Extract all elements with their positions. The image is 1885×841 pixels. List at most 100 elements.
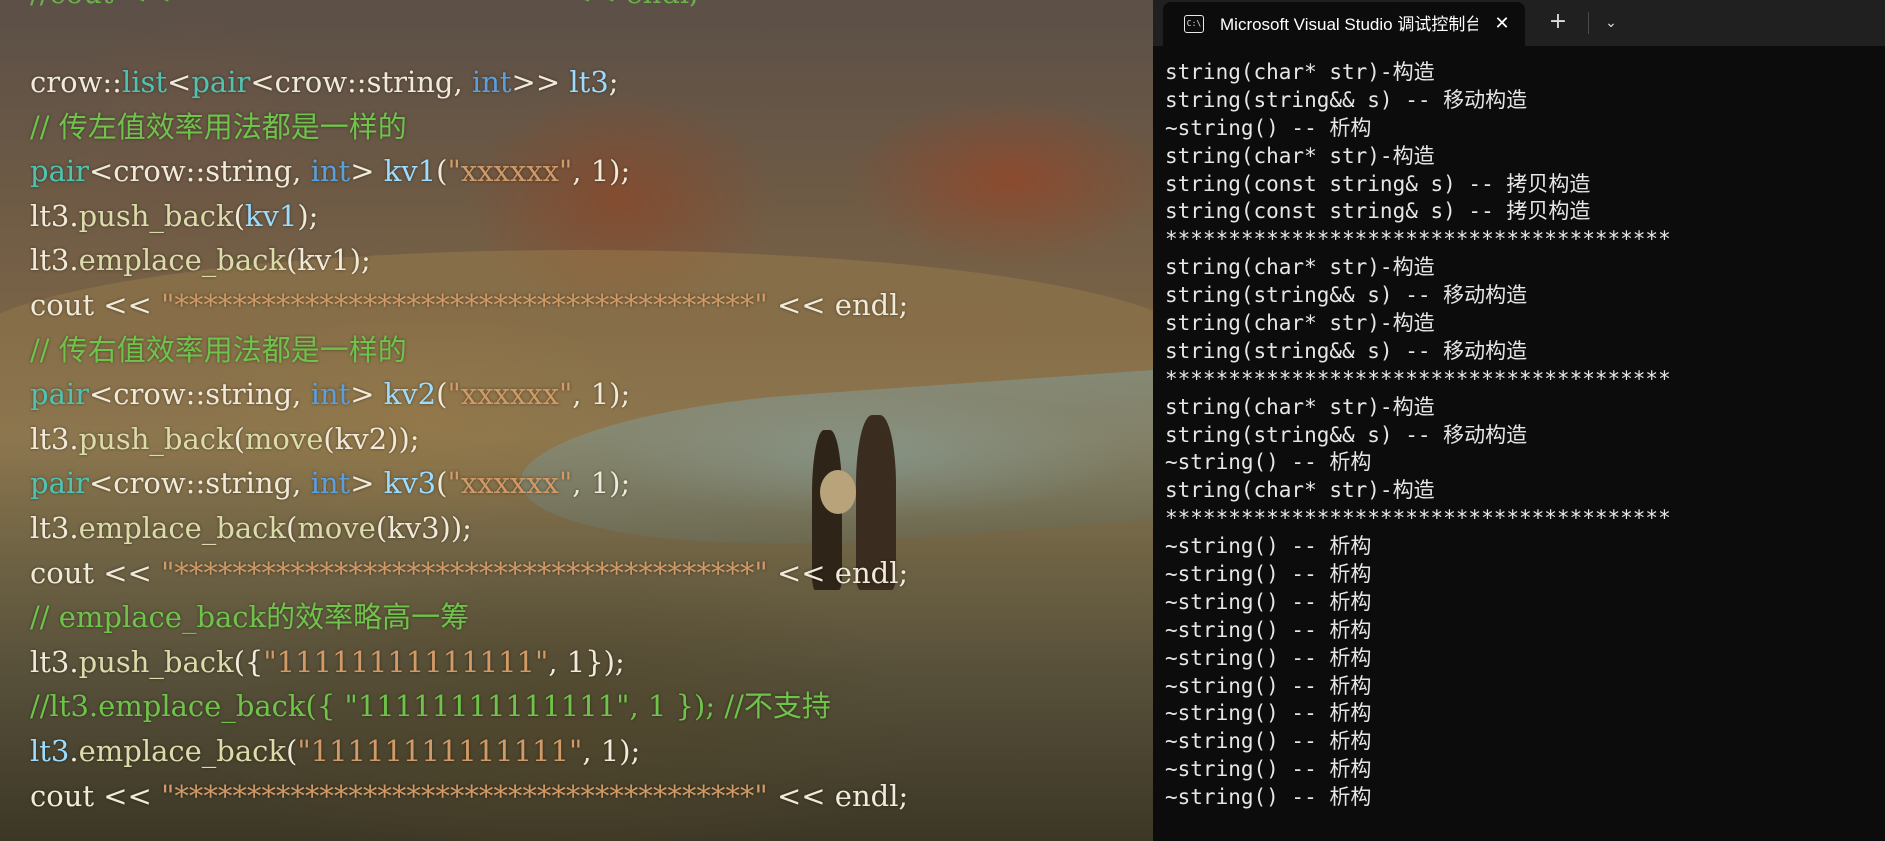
code-token: (kv3)); [375, 510, 472, 545]
code-line-partial: //cout << << endl; [30, 0, 699, 10]
output-line: **************************************** [1165, 227, 1671, 252]
code-token: "***************************************… [161, 555, 768, 590]
code-line[interactable]: lt3.push_back(move(kv2)); [30, 417, 908, 462]
code-editor[interactable]: //cout << << endl; crow::list<pair<crow:… [0, 0, 1153, 841]
code-token: "xxxxxx" [447, 154, 573, 189]
code-token: ( [233, 421, 245, 456]
code-token: int [310, 377, 351, 412]
code-token: crow:: [30, 65, 122, 99]
code-token: << endl; [767, 778, 909, 813]
output-line: ~string() -- 析构 [1165, 589, 1372, 614]
code-token: list [121, 65, 168, 99]
tab-title: Microsoft Visual Studio 调试控制台 [1220, 15, 1478, 34]
code-token: "***************************************… [161, 778, 768, 813]
code-token: ( [285, 733, 298, 768]
output-line: **************************************** [1165, 366, 1671, 391]
code-token: emplace_back [78, 510, 286, 545]
code-token: cout << [30, 287, 162, 322]
code-token: move [297, 510, 376, 545]
code-token: move [244, 421, 324, 456]
code-token: push_back [78, 198, 234, 233]
output-line: string(char* str)-构造 [1165, 143, 1435, 168]
tab-divider [1588, 12, 1589, 34]
output-line: ~string() -- 析构 [1165, 562, 1372, 587]
code-token: // 传左值效率用法都是一样的 [30, 109, 407, 144]
output-line: string(string&& s) -- 移动构造 [1165, 338, 1528, 363]
code-token: (kv1); [285, 243, 371, 278]
code-line[interactable]: // emplace_back的效率略高一筹 [30, 595, 908, 640]
code-token: << endl; [767, 555, 909, 590]
new-tab-button[interactable]: + [1543, 10, 1573, 36]
code-content[interactable]: crow::list<pair<crow::string, int>> lt3;… [30, 60, 908, 818]
code-token: lt3 [569, 65, 609, 99]
code-token: >> [511, 65, 570, 99]
output-line: string(char* str)-构造 [1165, 255, 1435, 280]
output-line: string(string&& s) -- 移动构造 [1165, 283, 1528, 308]
code-token: ( [285, 510, 298, 545]
code-token: lt3. [30, 644, 79, 679]
output-line: ~string() -- 析构 [1165, 617, 1372, 642]
code-token: pair [30, 466, 89, 501]
code-token: lt3. [30, 198, 79, 233]
output-line: string(const string& s) -- 拷贝构造 [1165, 171, 1591, 196]
code-line[interactable]: crow::list<pair<crow::string, int>> lt3; [30, 60, 908, 105]
code-token: pair [191, 65, 251, 99]
code-line[interactable]: lt3.emplace_back("11111111111111", 1); [30, 729, 908, 774]
code-line[interactable]: pair<crow::string, int> kv1("xxxxxx", 1)… [30, 149, 908, 194]
code-token: (kv2)); [323, 421, 420, 456]
code-token: ( [436, 377, 448, 412]
code-token: int [310, 466, 351, 501]
code-token: > [350, 466, 384, 501]
terminal-tab[interactable]: C:\ Microsoft Visual Studio 调试控制台 ✕ [1163, 2, 1525, 46]
code-token: ( [233, 198, 245, 233]
code-line[interactable]: // 传左值效率用法都是一样的 [30, 105, 908, 150]
code-line[interactable]: // 传右值效率用法都是一样的 [30, 328, 908, 373]
terminal-output[interactable]: string(char* str)-构造 string(string&& s) -… [1165, 59, 1671, 812]
code-token: > [350, 154, 384, 189]
code-line[interactable]: lt3.emplace_back(kv1); [30, 238, 908, 283]
code-line[interactable]: cout << "*******************************… [30, 774, 908, 819]
code-token: "11111111111111" [297, 733, 583, 768]
output-line: string(char* str)-构造 [1165, 394, 1435, 419]
code-token: ( [436, 154, 448, 189]
code-line[interactable]: pair<crow::string, int> kv2("xxxxxx", 1)… [30, 372, 908, 417]
code-token: pair [30, 154, 89, 189]
code-token: ({ [233, 644, 264, 679]
code-line[interactable]: lt3.emplace_back(move(kv3)); [30, 506, 908, 551]
output-line: string(string&& s) -- 移动构造 [1165, 87, 1528, 112]
code-token: < [167, 65, 192, 99]
console-icon: C:\ [1184, 15, 1204, 33]
code-token: int [310, 154, 351, 189]
code-token: push_back [78, 644, 234, 679]
code-token: emplace_back [78, 243, 286, 278]
code-token: //lt3.emplace_back({ "11111111111111", 1… [30, 689, 831, 724]
code-token: <crow::string, [89, 377, 311, 412]
code-token: <crow::string, [89, 154, 311, 189]
code-token: ( [436, 466, 448, 501]
code-line[interactable]: lt3.push_back({"11111111111111", 1}); [30, 640, 908, 685]
code-line[interactable]: //lt3.emplace_back({ "11111111111111", 1… [30, 684, 908, 729]
code-token: lt3. [30, 243, 79, 278]
output-line: ~string() -- 析构 [1165, 757, 1372, 782]
terminal-window[interactable]: C:\ Microsoft Visual Studio 调试控制台 ✕ + ⌄ … [1153, 0, 1885, 841]
output-line: ~string() -- 析构 [1165, 534, 1372, 559]
code-token: , 1); [572, 377, 631, 412]
code-token: cout << [30, 778, 162, 813]
chevron-down-icon[interactable]: ⌄ [1597, 10, 1625, 36]
close-icon[interactable]: ✕ [1491, 13, 1513, 35]
code-line[interactable]: cout << "*******************************… [30, 551, 908, 596]
code-token: int [471, 65, 512, 99]
code-token: kv1 [244, 198, 298, 233]
code-token: // emplace_back的效率略高一筹 [30, 600, 470, 635]
terminal-tab-bar: C:\ Microsoft Visual Studio 调试控制台 ✕ + ⌄ [1153, 0, 1885, 46]
output-line: ~string() -- 析构 [1165, 645, 1372, 670]
output-line: string(char* str)-构造 [1165, 311, 1435, 336]
output-line: ~string() -- 析构 [1165, 450, 1372, 475]
code-token: // 传右值效率用法都是一样的 [30, 332, 407, 367]
code-line[interactable]: pair<crow::string, int> kv3("xxxxxx", 1)… [30, 461, 908, 506]
output-line: ~string() -- 析构 [1165, 785, 1372, 810]
code-line[interactable]: cout << "*******************************… [30, 283, 908, 328]
code-line[interactable]: lt3.push_back(kv1); [30, 194, 908, 239]
output-line: string(char* str)-构造 [1165, 60, 1435, 84]
code-token: "***************************************… [161, 287, 768, 322]
